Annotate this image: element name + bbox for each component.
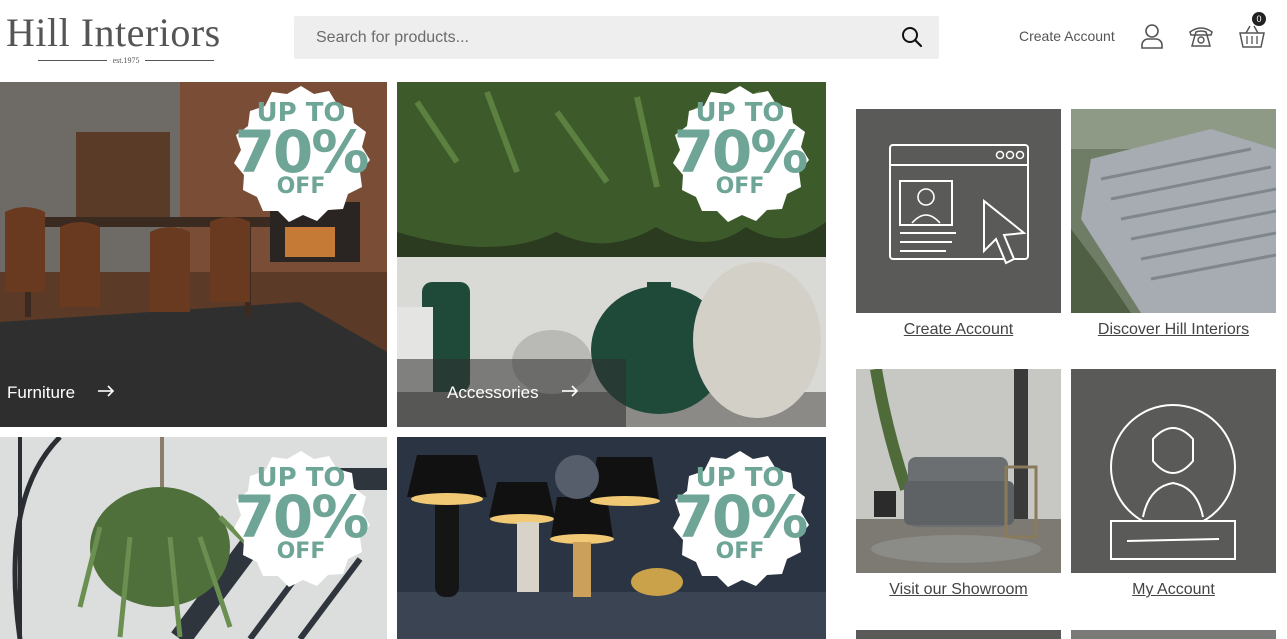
badge-line-3: OFF bbox=[715, 174, 765, 199]
category-tile-plants[interactable]: UP TO 70% OFF bbox=[0, 437, 387, 639]
card-discover[interactable]: Discover Hill Interiors bbox=[1071, 109, 1276, 339]
arrow-right-icon bbox=[97, 383, 115, 403]
category-name: Furniture bbox=[7, 383, 76, 402]
sale-badge: UP TO 70% OFF bbox=[226, 447, 376, 597]
card-partial-left bbox=[856, 630, 1061, 639]
my-account-card-link[interactable]: My Account bbox=[1071, 581, 1276, 599]
logo-text: Hill Interiors bbox=[6, 10, 221, 55]
search-icon[interactable] bbox=[901, 26, 923, 48]
badge-line-3: OFF bbox=[715, 539, 765, 564]
card-showroom[interactable]: Visit our Showroom bbox=[856, 369, 1061, 599]
warehouse-aerial-image bbox=[1071, 109, 1276, 313]
search-input[interactable] bbox=[316, 28, 876, 47]
create-account-illustration bbox=[856, 109, 1061, 313]
category-label-accessories[interactable]: Accessories bbox=[397, 359, 626, 427]
basket-icon[interactable] bbox=[1238, 22, 1266, 50]
my-account-illustration bbox=[1071, 369, 1276, 573]
create-account-card-link[interactable]: Create Account bbox=[856, 321, 1061, 339]
site-logo[interactable]: Hill Interiors est.1975 bbox=[6, 12, 246, 66]
sale-badge: UP TO 70% OFF bbox=[226, 82, 376, 232]
showroom-image bbox=[856, 369, 1061, 573]
category-label-furniture[interactable]: Furniture bbox=[0, 359, 140, 427]
category-name: Accessories bbox=[447, 383, 539, 402]
arrow-right-icon bbox=[561, 383, 579, 403]
badge-line-3: OFF bbox=[276, 539, 326, 564]
category-tile-furniture[interactable]: UP TO 70% OFF Furniture bbox=[0, 82, 387, 427]
basket-count-badge: 0 bbox=[1252, 12, 1266, 26]
category-tile-accessories[interactable]: UP TO 70% OFF Accessories bbox=[397, 82, 826, 427]
phone-icon[interactable] bbox=[1187, 22, 1215, 50]
user-icon[interactable] bbox=[1138, 22, 1166, 50]
showroom-card-link[interactable]: Visit our Showroom bbox=[856, 581, 1061, 599]
site-header: Hill Interiors est.1975 Create Account 0 bbox=[0, 0, 1287, 82]
card-create-account[interactable]: Create Account bbox=[856, 109, 1061, 339]
category-tile-lighting[interactable]: UP TO 70% OFF bbox=[397, 437, 826, 639]
sale-badge: UP TO 70% OFF bbox=[665, 447, 815, 597]
badge-line-3: OFF bbox=[276, 174, 326, 199]
logo-established: est.1975 bbox=[38, 56, 214, 65]
create-account-link[interactable]: Create Account bbox=[1019, 28, 1115, 44]
sale-badge: UP TO 70% OFF bbox=[665, 82, 815, 232]
card-partial-right bbox=[1071, 630, 1276, 639]
search-bar bbox=[294, 16, 939, 59]
discover-card-link[interactable]: Discover Hill Interiors bbox=[1071, 321, 1276, 339]
card-my-account[interactable]: My Account bbox=[1071, 369, 1276, 599]
